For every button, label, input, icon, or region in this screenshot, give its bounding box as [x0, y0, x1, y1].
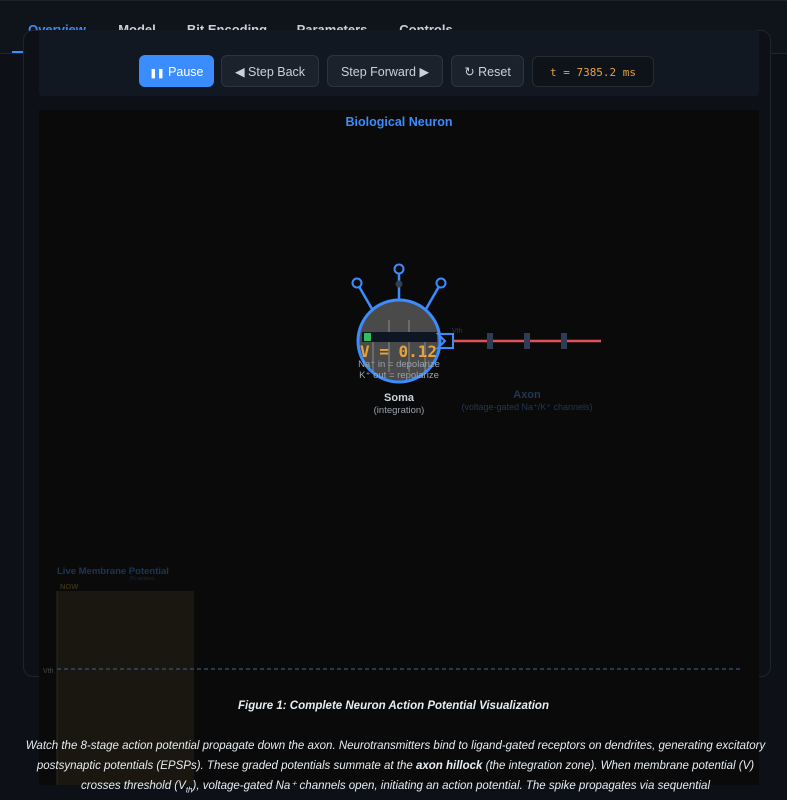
soma-label: Soma	[384, 392, 415, 404]
receptor-icon	[435, 277, 447, 289]
synapse-dot	[395, 280, 403, 288]
figure-description: Watch the 8-stage action potential propa…	[25, 740, 766, 795]
potential-bar-fill	[364, 333, 371, 341]
live-potential-sub: (% actions)	[129, 576, 154, 582]
node-of-ranvier	[524, 333, 530, 349]
node-of-ranvier	[487, 333, 493, 349]
potential-bar-track	[362, 332, 437, 342]
viz-title: Biological Neuron	[346, 115, 453, 129]
soma-note-na: Na⁺ in = depolarize	[358, 359, 440, 370]
axon-sublabel: (voltage-gated Na⁺/K⁺ channels)	[461, 402, 592, 412]
axon-label: Axon	[513, 389, 541, 401]
receptor-icon	[351, 277, 363, 289]
svg-text:Vth: Vth	[452, 328, 463, 335]
figure-caption: Figure 1: Complete Neuron Action Potenti…	[238, 700, 549, 712]
threshold-label: Vth	[43, 668, 54, 675]
soma-sublabel: (integration)	[374, 405, 425, 416]
now-label: NOW	[60, 582, 79, 591]
receptor-icon	[393, 263, 405, 275]
soma-note-k: K⁺ out = repolarize	[359, 370, 439, 381]
neuron-diagram: Biological Neuron Vth V = 0.12 Na⁺ in = …	[43, 115, 742, 785]
node-of-ranvier	[561, 333, 567, 349]
